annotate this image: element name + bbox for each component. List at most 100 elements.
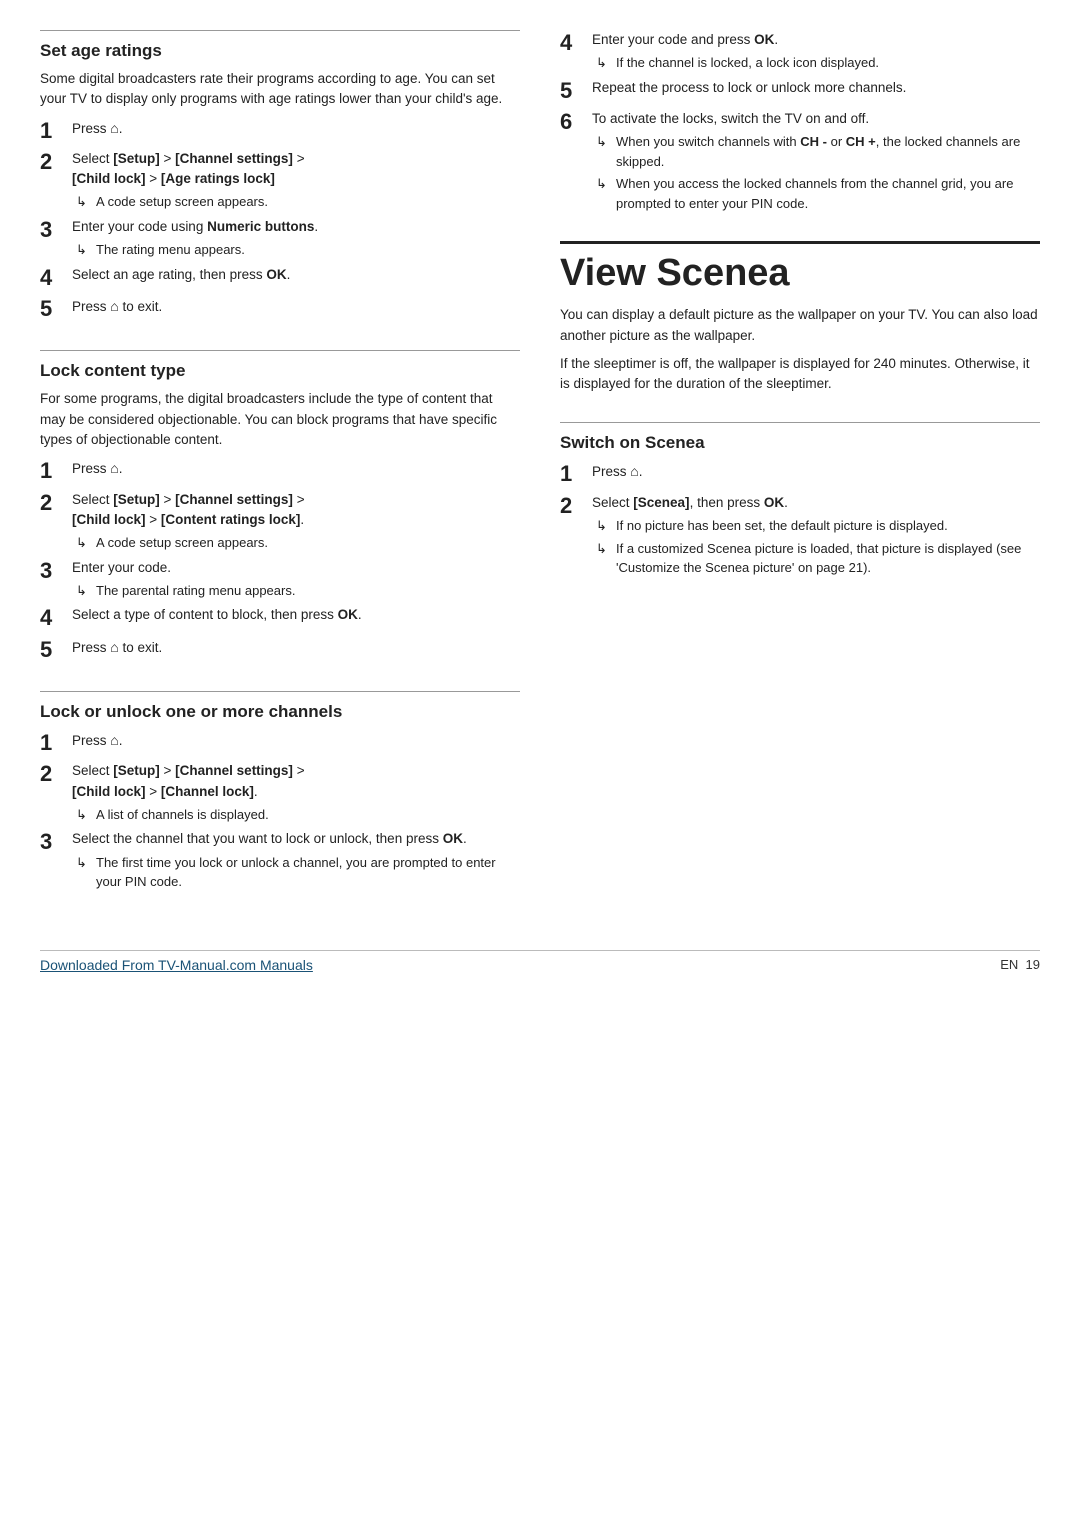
step-num-2: 2 <box>40 149 68 175</box>
footer-page-label: EN <box>1000 957 1018 972</box>
section-view-scenea: View Scenea You can display a default pi… <box>560 241 1040 394</box>
lct-step-num-4: 4 <box>40 605 68 631</box>
lct-step-content-1: Press . <box>72 458 520 479</box>
bold-lct-cs: [Channel settings] <box>175 492 293 507</box>
arrow-icon-lct-2a: ↳ <box>76 533 90 553</box>
section-switch-on-scenea: Switch on Scenea 1 Press . 2 Select [Sce… <box>560 422 1040 577</box>
lct-step-5: 5 Press to exit. <box>40 637 520 663</box>
bold-luc-cs: [Channel settings] <box>175 763 293 778</box>
cont-step-num-6: 6 <box>560 109 588 135</box>
sos-step-2: 2 Select [Scenea], then press OK. ↳ If n… <box>560 493 1040 578</box>
step-num-5: 5 <box>40 296 68 322</box>
lct-step-num-1: 1 <box>40 458 68 484</box>
luc-sub-text-3a: The first time you lock or unlock a chan… <box>96 853 520 892</box>
cont-step-content-5: Repeat the process to lock or unlock mor… <box>592 78 1040 98</box>
home-icon-luc-1 <box>110 733 118 748</box>
bold-age-ratings-lock: [Age ratings lock] <box>161 171 275 186</box>
step-4: 4 Select an age rating, then press OK. <box>40 265 520 291</box>
footer-page-num: 19 <box>1026 957 1040 972</box>
lct-sub-bullet-2a: ↳ A code setup screen appears. <box>76 533 520 553</box>
lock-content-type-steps: 1 Press . 2 Select [Setup] > [Channel se… <box>40 458 520 663</box>
step-3: 3 Enter your code using Numeric buttons.… <box>40 217 520 260</box>
luc-step-3: 3 Select the channel that you want to lo… <box>40 829 520 891</box>
bold-scenea: [Scenea] <box>633 495 689 510</box>
view-scenea-title: View Scenea <box>560 241 1040 295</box>
bold-luc-setup: [Setup] <box>113 763 160 778</box>
set-age-ratings-title: Set age ratings <box>40 41 520 61</box>
luc-step-content-2: Select [Setup] > [Channel settings] > [C… <box>72 761 520 824</box>
luc-sub-text-2a: A list of channels is displayed. <box>96 805 269 825</box>
lct-step-1: 1 Press . <box>40 458 520 484</box>
luc-step-content-1: Press . <box>72 730 520 751</box>
luc-step-2: 2 Select [Setup] > [Channel settings] > … <box>40 761 520 824</box>
bold-ch-plus: CH + <box>846 134 876 149</box>
page-footer: Downloaded From TV-Manual.com Manuals EN… <box>40 950 1040 973</box>
section-lock-unlock-channels: Lock or unlock one or more channels 1 Pr… <box>40 691 520 892</box>
arrow-icon-luc-3a: ↳ <box>76 853 90 873</box>
cont-step-6: 6 To activate the locks, switch the TV o… <box>560 109 1040 213</box>
sub-bullet-text-3a: The rating menu appears. <box>96 240 245 260</box>
arrow-icon-luc-2a: ↳ <box>76 805 90 825</box>
arrow-icon-cont-6a: ↳ <box>596 132 610 152</box>
step-5: 5 Press to exit. <box>40 296 520 322</box>
bold-luc-cl: [Child lock] <box>72 784 146 799</box>
lct-step-num-3: 3 <box>40 558 68 584</box>
section-divider-scenea <box>560 422 1040 423</box>
home-icon-lct-1 <box>110 461 118 476</box>
lock-unlock-continued-steps: 4 Enter your code and press OK. ↳ If the… <box>560 30 1040 213</box>
sub-bullet-text-2a: A code setup screen appears. <box>96 192 268 212</box>
lct-step-content-3: Enter your code. ↳ The parental rating m… <box>72 558 520 601</box>
sos-sub-text-2b: If a customized Scenea picture is loaded… <box>616 539 1040 578</box>
bold-ok-sos-2: OK <box>764 495 784 510</box>
cont-step-4: 4 Enter your code and press OK. ↳ If the… <box>560 30 1040 73</box>
footer-link[interactable]: Downloaded From TV-Manual.com Manuals <box>40 957 313 973</box>
lct-step-content-5: Press to exit. <box>72 637 520 658</box>
lock-content-type-body: For some programs, the digital broadcast… <box>40 389 520 450</box>
step-content-5: Press to exit. <box>72 296 520 317</box>
footer-page-info: EN 19 <box>1000 957 1040 972</box>
arrow-icon-cont-4a: ↳ <box>596 53 610 73</box>
lct-step-2: 2 Select [Setup] > [Channel settings] > … <box>40 490 520 553</box>
arrow-icon-sos-2a: ↳ <box>596 516 610 536</box>
bold-ok-lct-4: OK <box>338 607 358 622</box>
luc-step-content-3: Select the channel that you want to lock… <box>72 829 520 891</box>
arrow-icon-3a: ↳ <box>76 240 90 260</box>
step-content-4: Select an age rating, then press OK. <box>72 265 520 285</box>
luc-step-num-3: 3 <box>40 829 68 855</box>
left-column: Set age ratings Some digital broadcaster… <box>40 30 520 920</box>
section-set-age-ratings: Set age ratings Some digital broadcaster… <box>40 30 520 322</box>
step-content-3: Enter your code using Numeric buttons. ↳… <box>72 217 520 260</box>
cont-step-content-4: Enter your code and press OK. ↳ If the c… <box>592 30 1040 73</box>
step-num-1: 1 <box>40 118 68 144</box>
step-content-2: Select [Setup] > [Channel settings] > [C… <box>72 149 520 212</box>
switch-on-scenea-steps: 1 Press . 2 Select [Scenea], then press … <box>560 461 1040 577</box>
sub-bullet-2a: ↳ A code setup screen appears. <box>76 192 520 212</box>
section-divider <box>40 30 520 31</box>
bold-luc-chanlock: [Channel lock] <box>161 784 254 799</box>
bold-ch-minus: CH - <box>800 134 827 149</box>
sos-step-content-1: Press . <box>592 461 1040 482</box>
cont-sub-text-6a: When you switch channels with CH - or CH… <box>616 132 1040 171</box>
bold-lct-setup: [Setup] <box>113 492 160 507</box>
home-icon-sos-1 <box>630 464 638 479</box>
lct-step-content-2: Select [Setup] > [Channel settings] > [C… <box>72 490 520 553</box>
lct-sub-text-3a: The parental rating menu appears. <box>96 581 295 601</box>
cont-sub-bullet-4a: ↳ If the channel is locked, a lock icon … <box>596 53 1040 73</box>
cont-step-num-4: 4 <box>560 30 588 56</box>
lct-step-content-4: Select a type of content to block, then … <box>72 605 520 625</box>
bold-numeric-buttons: Numeric buttons <box>207 219 314 234</box>
page-layout: Set age ratings Some digital broadcaster… <box>40 30 1040 920</box>
section-lock-unlock-continued: 4 Enter your code and press OK. ↳ If the… <box>560 30 1040 213</box>
home-icon-lct-5 <box>110 640 118 655</box>
sos-step-num-2: 2 <box>560 493 588 519</box>
sos-step-content-2: Select [Scenea], then press OK. ↳ If no … <box>592 493 1040 578</box>
cont-sub-bullet-6a: ↳ When you switch channels with CH - or … <box>596 132 1040 171</box>
lock-unlock-channels-steps: 1 Press . 2 Select [Setup] > [Channel se… <box>40 730 520 892</box>
sos-sub-bullet-2b: ↳ If a customized Scenea picture is load… <box>596 539 1040 578</box>
cont-sub-bullet-6b: ↳ When you access the locked channels fr… <box>596 174 1040 213</box>
view-scenea-body1: You can display a default picture as the… <box>560 305 1040 346</box>
luc-step-1: 1 Press . <box>40 730 520 756</box>
arrow-icon-sos-2b: ↳ <box>596 539 610 559</box>
arrow-icon-lct-3a: ↳ <box>76 581 90 601</box>
lct-step-num-2: 2 <box>40 490 68 516</box>
